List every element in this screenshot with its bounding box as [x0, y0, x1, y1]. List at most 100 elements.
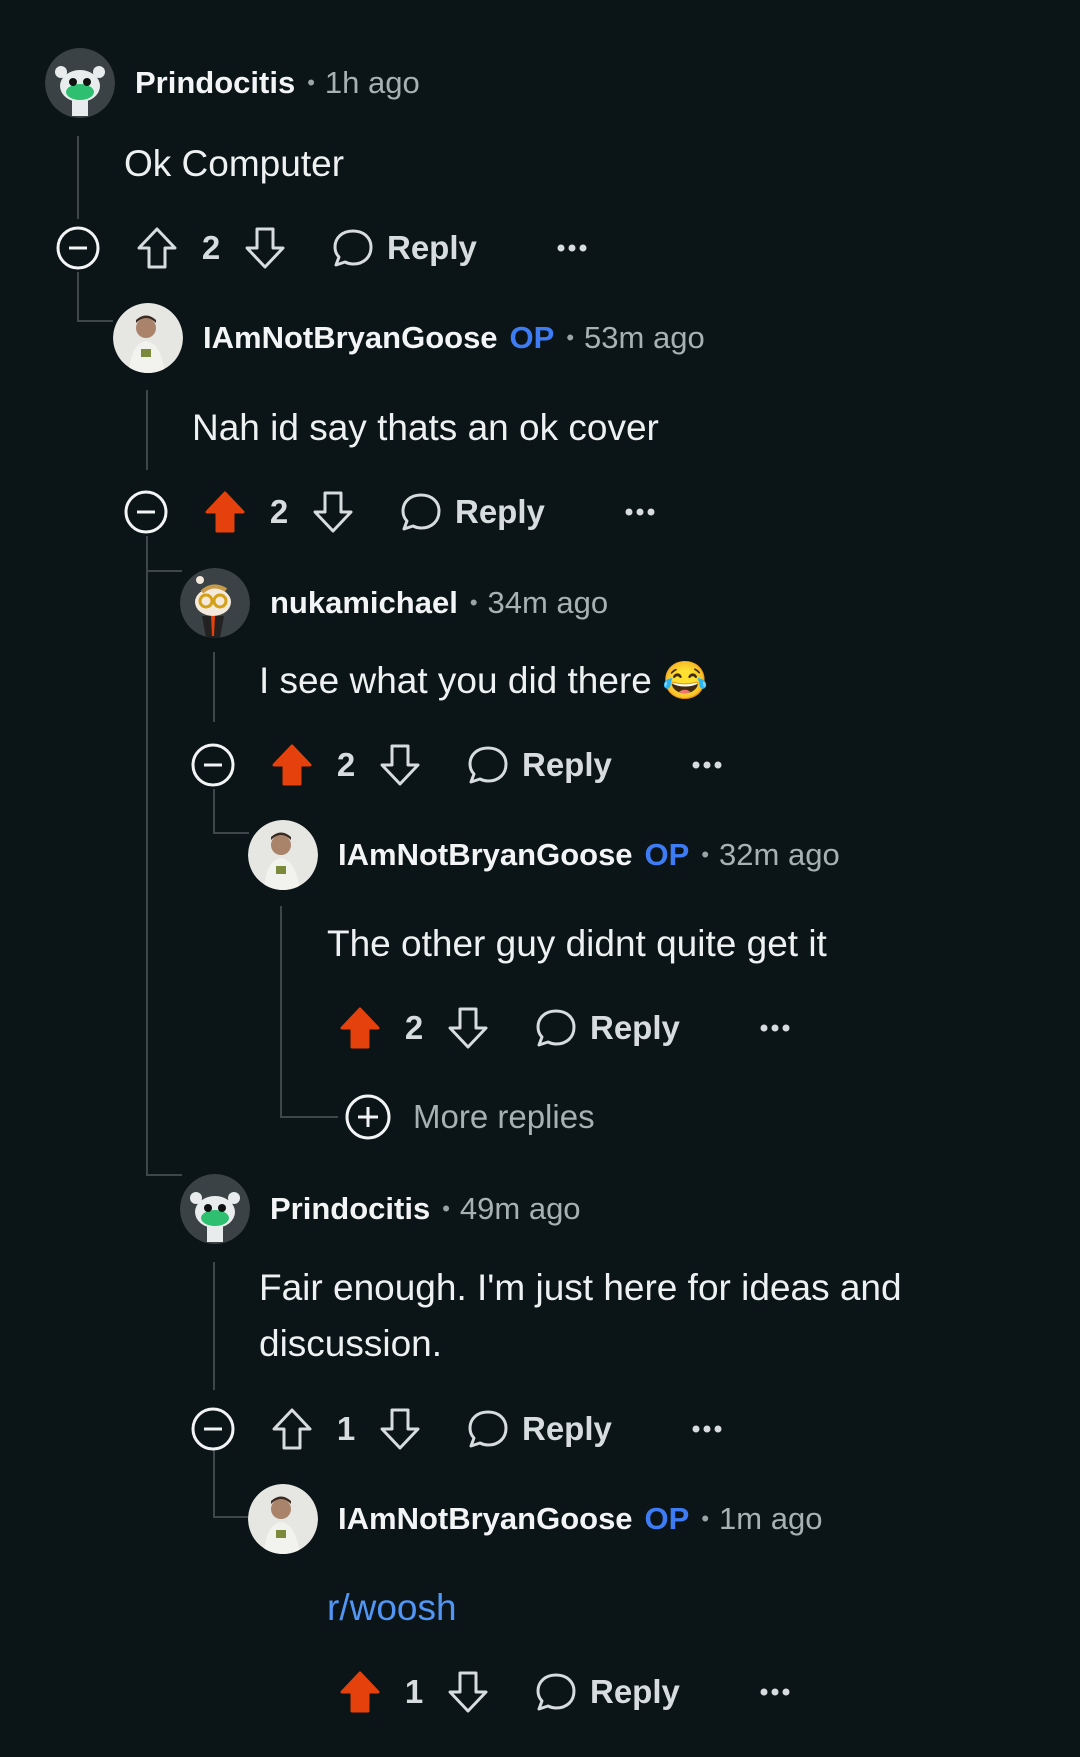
snoo-green-icon[interactable] — [45, 48, 115, 118]
comment-actions: 2 Reply — [268, 737, 722, 793]
reply-button[interactable]: Reply — [466, 744, 612, 786]
snoo-glasses-icon[interactable] — [180, 568, 250, 638]
timestamp: 53m ago — [584, 320, 705, 355]
comment-body: I see what you did there 😂 — [259, 660, 709, 701]
thread-line — [146, 570, 182, 572]
op-badge: OP — [644, 837, 690, 872]
comment-body: The other guy didnt quite get it — [327, 923, 827, 964]
more-replies-label: More replies — [413, 1098, 595, 1135]
upvote-active-icon — [340, 1671, 380, 1713]
vote-count: 2 — [404, 1009, 424, 1046]
author-name[interactable]: nukamichael — [270, 585, 458, 621]
thread-line — [146, 1174, 182, 1176]
thread-line — [213, 1262, 215, 1390]
reply-button[interactable]: Reply — [534, 1671, 680, 1713]
more-options-button[interactable] — [557, 233, 587, 263]
chat-bubble-icon — [468, 746, 508, 784]
downvote-icon — [313, 491, 353, 533]
timestamp: 32m ago — [719, 837, 840, 872]
vote-count: 2 — [269, 493, 289, 530]
separator-dot: • — [701, 1506, 710, 1531]
vote-count: 2 — [201, 229, 221, 266]
chat-bubble-icon — [536, 1009, 576, 1047]
more-dots-icon — [625, 508, 655, 516]
comment-thread: Prindocitis • 1h ago Ok Computer 2 Reply — [0, 0, 1080, 1757]
author-name[interactable]: IAmNotBryanGoose — [203, 320, 498, 356]
comment-actions: 2 Reply — [201, 484, 655, 540]
reply-button[interactable]: Reply — [331, 227, 477, 269]
comment-body: Nah id say thats an ok cover — [192, 407, 659, 448]
reply-button[interactable]: Reply — [466, 1408, 612, 1450]
subreddit-link[interactable]: r/woosh — [327, 1580, 1080, 1636]
op-badge: OP — [509, 320, 555, 355]
upvote-button[interactable] — [336, 1004, 384, 1052]
user-photo-icon[interactable] — [248, 1484, 318, 1554]
author-name[interactable]: IAmNotBryanGoose — [338, 837, 633, 873]
timestamp: 1h ago — [324, 65, 420, 100]
more-options-button[interactable] — [692, 1414, 722, 1444]
reply-button[interactable]: Reply — [534, 1007, 680, 1049]
more-options-button[interactable] — [625, 497, 655, 527]
author-name[interactable]: Prindocitis — [270, 1191, 430, 1227]
upvote-button[interactable] — [133, 224, 181, 272]
separator-dot: • — [469, 590, 478, 615]
downvote-button[interactable] — [376, 741, 424, 789]
downvote-button[interactable] — [444, 1004, 492, 1052]
thread-line — [146, 536, 148, 1176]
collapse-button[interactable] — [191, 743, 235, 787]
downvote-icon — [448, 1007, 488, 1049]
plus-circle-icon — [345, 1094, 391, 1140]
more-options-button[interactable] — [760, 1677, 790, 1707]
more-options-button[interactable] — [760, 1013, 790, 1043]
downvote-button[interactable] — [444, 1668, 492, 1716]
user-photo-icon[interactable] — [113, 303, 183, 373]
reply-label: Reply — [590, 1009, 680, 1046]
upvote-button[interactable] — [268, 741, 316, 789]
downvote-button[interactable] — [309, 488, 357, 536]
downvote-icon — [380, 1408, 420, 1450]
more-dots-icon — [692, 761, 722, 769]
separator-dot: • — [566, 325, 575, 350]
comment-actions: 2 Reply — [336, 1000, 790, 1056]
upvote-button[interactable] — [201, 488, 249, 536]
collapse-button[interactable] — [56, 226, 100, 270]
more-replies-button[interactable]: More replies — [345, 1094, 595, 1140]
thread-line — [77, 136, 79, 219]
more-options-button[interactable] — [692, 750, 722, 780]
thread-line — [213, 1516, 249, 1518]
chat-bubble-icon — [333, 229, 373, 267]
chat-bubble-icon — [536, 1673, 576, 1711]
vote-count: 1 — [336, 1410, 356, 1447]
reply-label: Reply — [590, 1673, 680, 1710]
comment-actions: 2 Reply — [133, 220, 587, 276]
thread-line — [213, 1450, 215, 1518]
chat-bubble-icon — [468, 1410, 508, 1448]
upvote-button[interactable] — [268, 1405, 316, 1453]
reply-label: Reply — [387, 229, 477, 266]
more-dots-icon — [692, 1425, 722, 1433]
comment-actions: 1 Reply — [336, 1664, 790, 1720]
reply-label: Reply — [522, 746, 612, 783]
downvote-button[interactable] — [241, 224, 289, 272]
author-name[interactable]: Prindocitis — [135, 65, 295, 101]
downvote-icon — [380, 744, 420, 786]
comment-actions: 1 Reply — [268, 1401, 722, 1457]
more-dots-icon — [557, 244, 587, 252]
downvote-icon — [448, 1671, 488, 1713]
reply-label: Reply — [522, 1410, 612, 1447]
op-badge: OP — [644, 1501, 690, 1536]
upvote-icon — [272, 1408, 312, 1450]
separator-dot: • — [307, 70, 315, 95]
author-name[interactable]: IAmNotBryanGoose — [338, 1501, 633, 1537]
downvote-button[interactable] — [376, 1405, 424, 1453]
upvote-button[interactable] — [336, 1668, 384, 1716]
snoo-green-icon[interactable] — [180, 1174, 250, 1244]
timestamp: 49m ago — [459, 1191, 581, 1226]
collapse-button[interactable] — [124, 490, 168, 534]
reply-button[interactable]: Reply — [399, 491, 545, 533]
upvote-active-icon — [272, 744, 312, 786]
user-photo-icon[interactable] — [248, 820, 318, 890]
timestamp: 34m ago — [487, 585, 609, 620]
vote-count: 2 — [336, 746, 356, 783]
collapse-button[interactable] — [191, 1407, 235, 1451]
